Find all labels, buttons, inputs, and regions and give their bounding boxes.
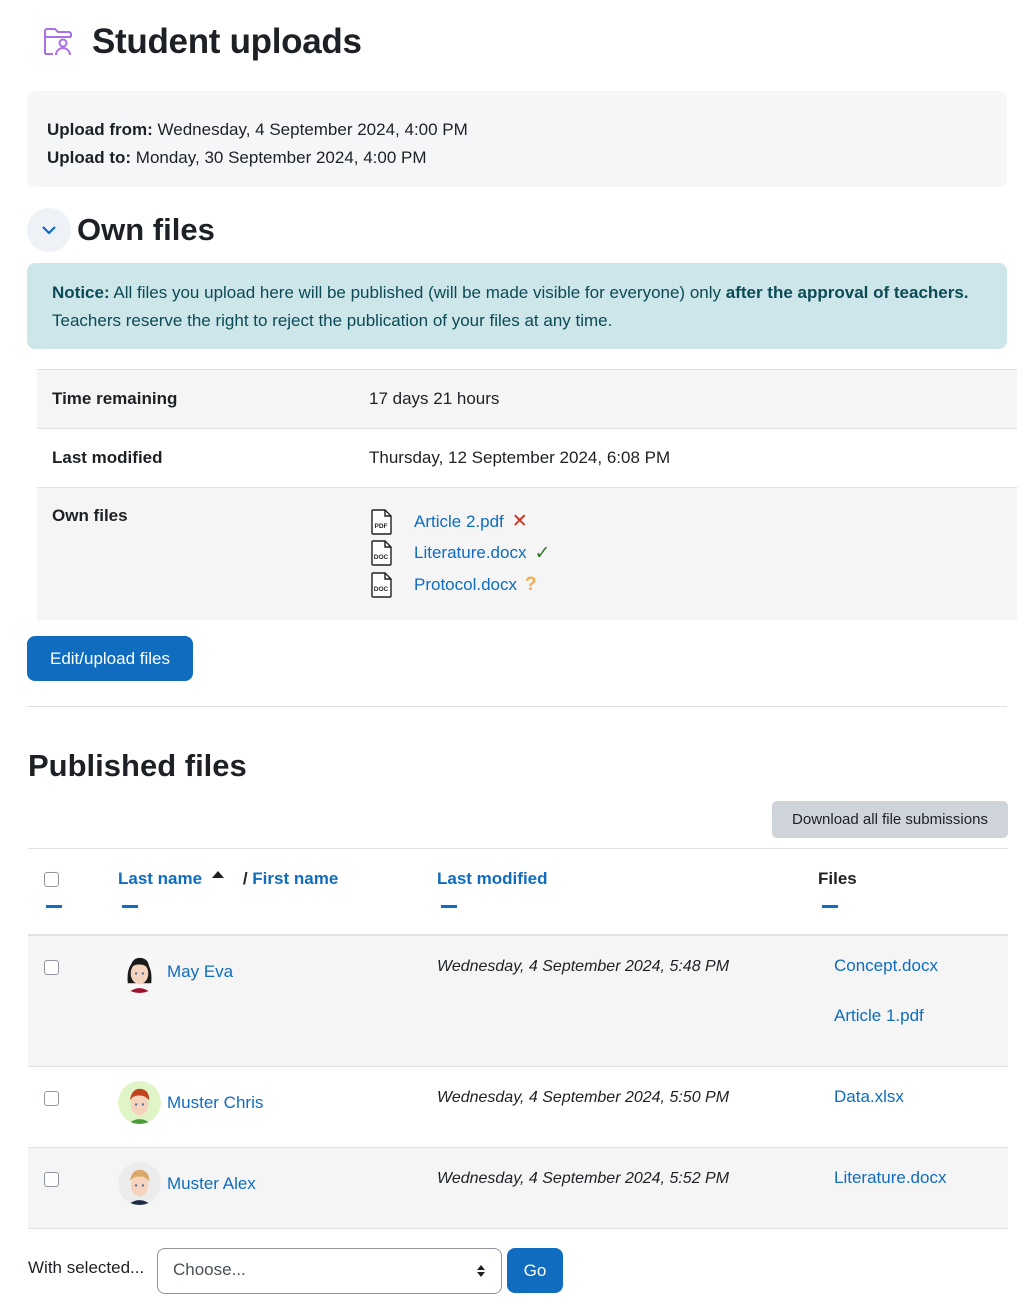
- status-row-time-remaining: Time remaining 17 days 21 hours: [37, 369, 1017, 429]
- published-file-link[interactable]: Article 1.pdf: [834, 1006, 938, 1056]
- published-file-link[interactable]: Concept.docx: [834, 956, 938, 1006]
- status-row-own-files: Own files PDF Article 2.pdf ✕ DOC Literature…: [37, 487, 1017, 620]
- own-file-item: DOC Literature.docx ✓: [369, 538, 1002, 570]
- files-cell: Literature.docx: [834, 1168, 946, 1218]
- column-files: Files: [818, 869, 857, 888]
- published-file-link[interactable]: Literature.docx: [834, 1168, 946, 1218]
- last-modified-cell: Wednesday, 4 September 2024, 5:48 PM: [437, 958, 730, 975]
- sort-last-modified[interactable]: Last modified: [437, 869, 548, 888]
- collapse-toggle[interactable]: [27, 208, 71, 252]
- hide-column-modified[interactable]: [441, 905, 457, 908]
- hide-column-select[interactable]: [46, 905, 62, 908]
- row-checkbox[interactable]: [44, 1172, 59, 1187]
- chevron-down-icon: [42, 226, 56, 235]
- pdf-file-icon: PDF: [371, 509, 392, 535]
- notice-alert: Notice: All files you upload here will b…: [27, 263, 1007, 349]
- hide-column-name[interactable]: [122, 905, 138, 908]
- table-row: Muster Chris Wednesday, 4 September 2024,…: [28, 1067, 1008, 1148]
- user-cell: Muster Chris: [118, 1081, 263, 1124]
- user-name-link[interactable]: Muster Alex: [167, 1174, 256, 1194]
- table-header: Last name / First name Last modified Fil…: [28, 848, 1008, 936]
- published-file-link[interactable]: Data.xlsx: [834, 1087, 904, 1137]
- avatar[interactable]: [118, 1162, 161, 1205]
- section-divider: [27, 706, 1007, 707]
- file-type-label: DOC: [374, 586, 389, 593]
- status-pending-icon: ?: [525, 573, 537, 595]
- folder-user-icon: [44, 28, 72, 56]
- doc-file-icon: DOC: [371, 572, 392, 598]
- file-type-label: DOC: [374, 554, 389, 561]
- user-name-link[interactable]: May Eva: [167, 962, 233, 982]
- sort-last-name[interactable]: Last name: [118, 869, 202, 888]
- bulk-action-select[interactable]: Choose...: [157, 1248, 502, 1294]
- last-modified-cell: Wednesday, 4 September 2024, 5:50 PM: [437, 1089, 730, 1106]
- avatar[interactable]: [118, 950, 161, 993]
- user-cell: May Eva: [118, 950, 233, 993]
- published-files-title: Published files: [28, 748, 247, 783]
- own-file-link[interactable]: Article 2.pdf: [414, 512, 504, 532]
- upload-from: Upload from: Wednesday, 4 September 2024…: [47, 120, 468, 139]
- page-header: Student uploads: [40, 22, 362, 62]
- last-modified-cell: Wednesday, 4 September 2024, 5:52 PM: [437, 1170, 730, 1187]
- with-selected-label: With selected...: [28, 1258, 145, 1277]
- select-arrows-icon: [477, 1265, 485, 1277]
- user-cell: Muster Alex: [118, 1162, 256, 1205]
- download-all-button[interactable]: Download all file submissions: [772, 801, 1008, 838]
- files-cell: Concept.docx Article 1.pdf: [834, 956, 938, 1056]
- table-body: May Eva Wednesday, 4 September 2024, 5:48…: [28, 936, 1008, 1229]
- select-all-checkbox[interactable]: [44, 872, 59, 887]
- files-cell: Data.xlsx: [834, 1087, 904, 1137]
- table-row: Muster Alex Wednesday, 4 September 2024, …: [28, 1148, 1008, 1229]
- own-files-title: Own files: [77, 212, 215, 247]
- sort-asc-icon: [212, 871, 225, 878]
- own-file-item: PDF Article 2.pdf ✕: [369, 506, 1002, 538]
- user-name-link[interactable]: Muster Chris: [167, 1093, 263, 1113]
- upload-to: Upload to: Monday, 30 September 2024, 4:…: [47, 148, 427, 167]
- own-file-item: DOC Protocol.docx?: [369, 569, 1002, 601]
- go-button[interactable]: Go: [507, 1248, 563, 1293]
- hide-column-files[interactable]: [822, 905, 838, 908]
- table-row: May Eva Wednesday, 4 September 2024, 5:48…: [28, 936, 1008, 1067]
- own-file-link[interactable]: Protocol.docx: [414, 575, 517, 595]
- published-files-table: Last name / First name Last modified Fil…: [28, 848, 1008, 1229]
- row-checkbox[interactable]: [44, 960, 59, 975]
- own-files-heading: Own files: [27, 208, 215, 252]
- status-rejected-icon: ✕: [511, 511, 528, 533]
- upload-dates: Upload from: Wednesday, 4 September 2024…: [27, 91, 1007, 187]
- submission-status-table: Time remaining 17 days 21 hours Last mod…: [37, 369, 1017, 620]
- sort-first-name[interactable]: First name: [252, 869, 338, 888]
- own-file-link[interactable]: Literature.docx: [414, 543, 526, 563]
- page-title: Student uploads: [92, 22, 362, 61]
- status-row-last-modified: Last modified Thursday, 12 September 202…: [37, 428, 1017, 488]
- own-file-list: PDF Article 2.pdf ✕ DOC Literature.docx ✓ DOC P…: [369, 506, 1002, 601]
- row-checkbox[interactable]: [44, 1091, 59, 1106]
- doc-file-icon: DOC: [371, 540, 392, 566]
- avatar[interactable]: [118, 1081, 161, 1124]
- file-type-label: PDF: [375, 523, 388, 530]
- status-approved-icon: ✓: [534, 542, 551, 564]
- edit-upload-files-button[interactable]: Edit/upload files: [27, 636, 193, 681]
